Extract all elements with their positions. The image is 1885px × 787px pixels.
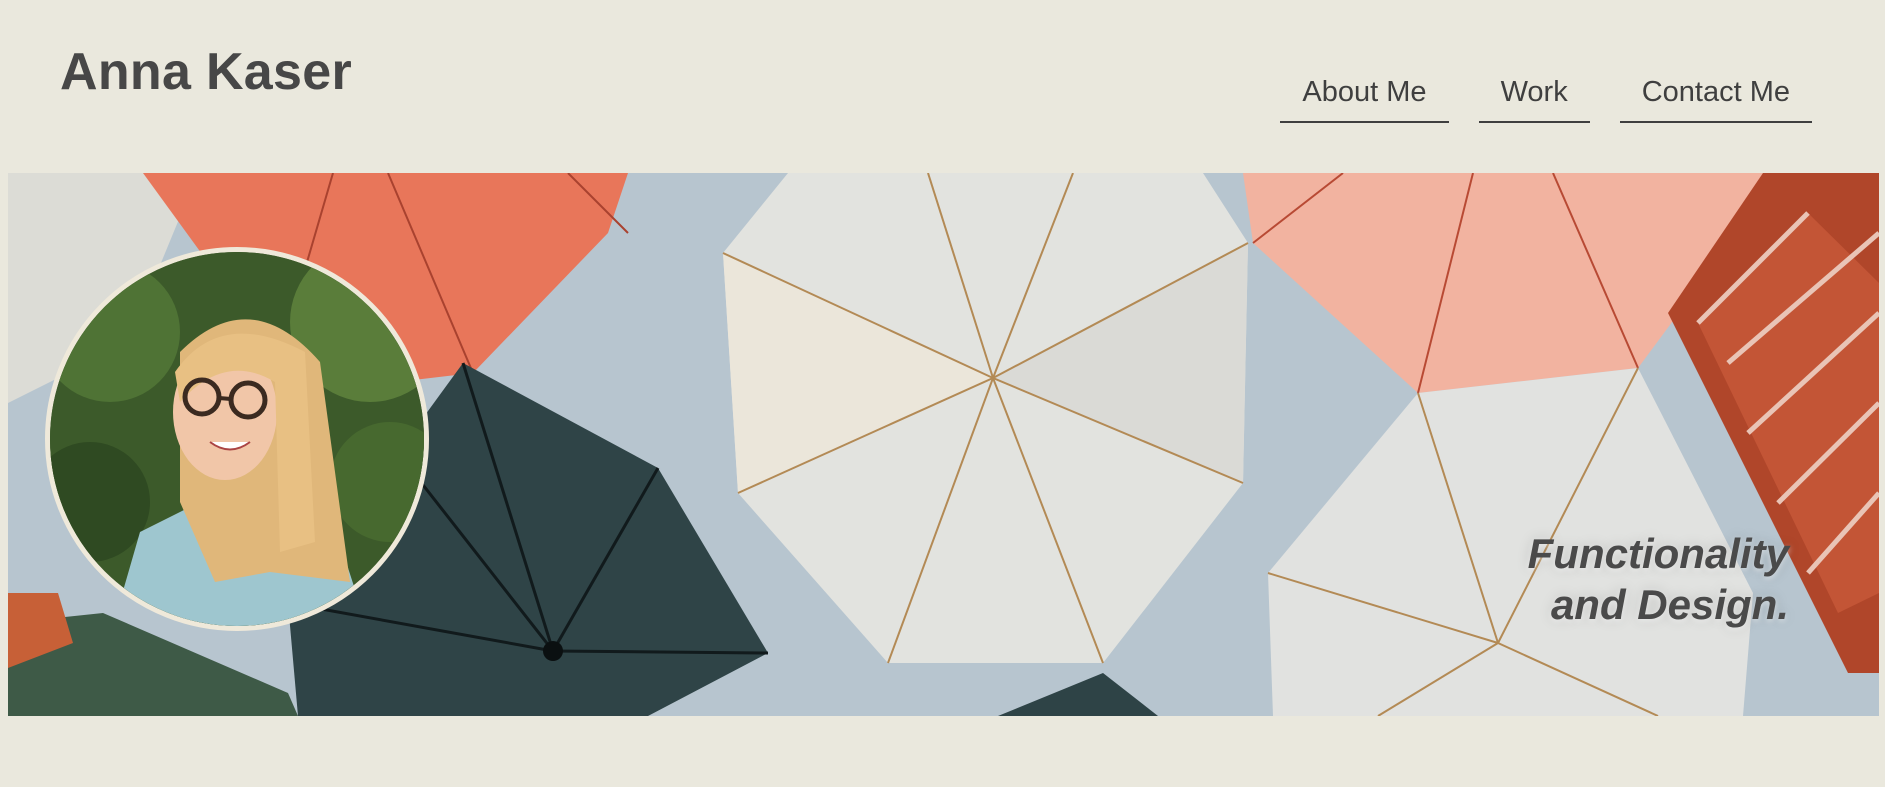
nav-work[interactable]: Work xyxy=(1478,72,1590,123)
page: Anna Kaser About Me Work Contact Me Func… xyxy=(0,0,1885,787)
portrait-image xyxy=(50,252,424,626)
profile-photo xyxy=(45,247,429,631)
hero-banner: Functionality and Design. xyxy=(8,173,1879,716)
tagline-line-1: Functionality xyxy=(1527,530,1789,577)
tagline-line-2: and Design. xyxy=(1550,581,1789,628)
nav-contact-me[interactable]: Contact Me xyxy=(1619,72,1812,123)
nav-about-me[interactable]: About Me xyxy=(1280,72,1449,123)
site-title[interactable]: Anna Kaser xyxy=(60,42,352,102)
main-nav: About Me Work Contact Me xyxy=(1280,72,1812,123)
hero-tagline: Functionality and Design. xyxy=(1528,528,1789,630)
